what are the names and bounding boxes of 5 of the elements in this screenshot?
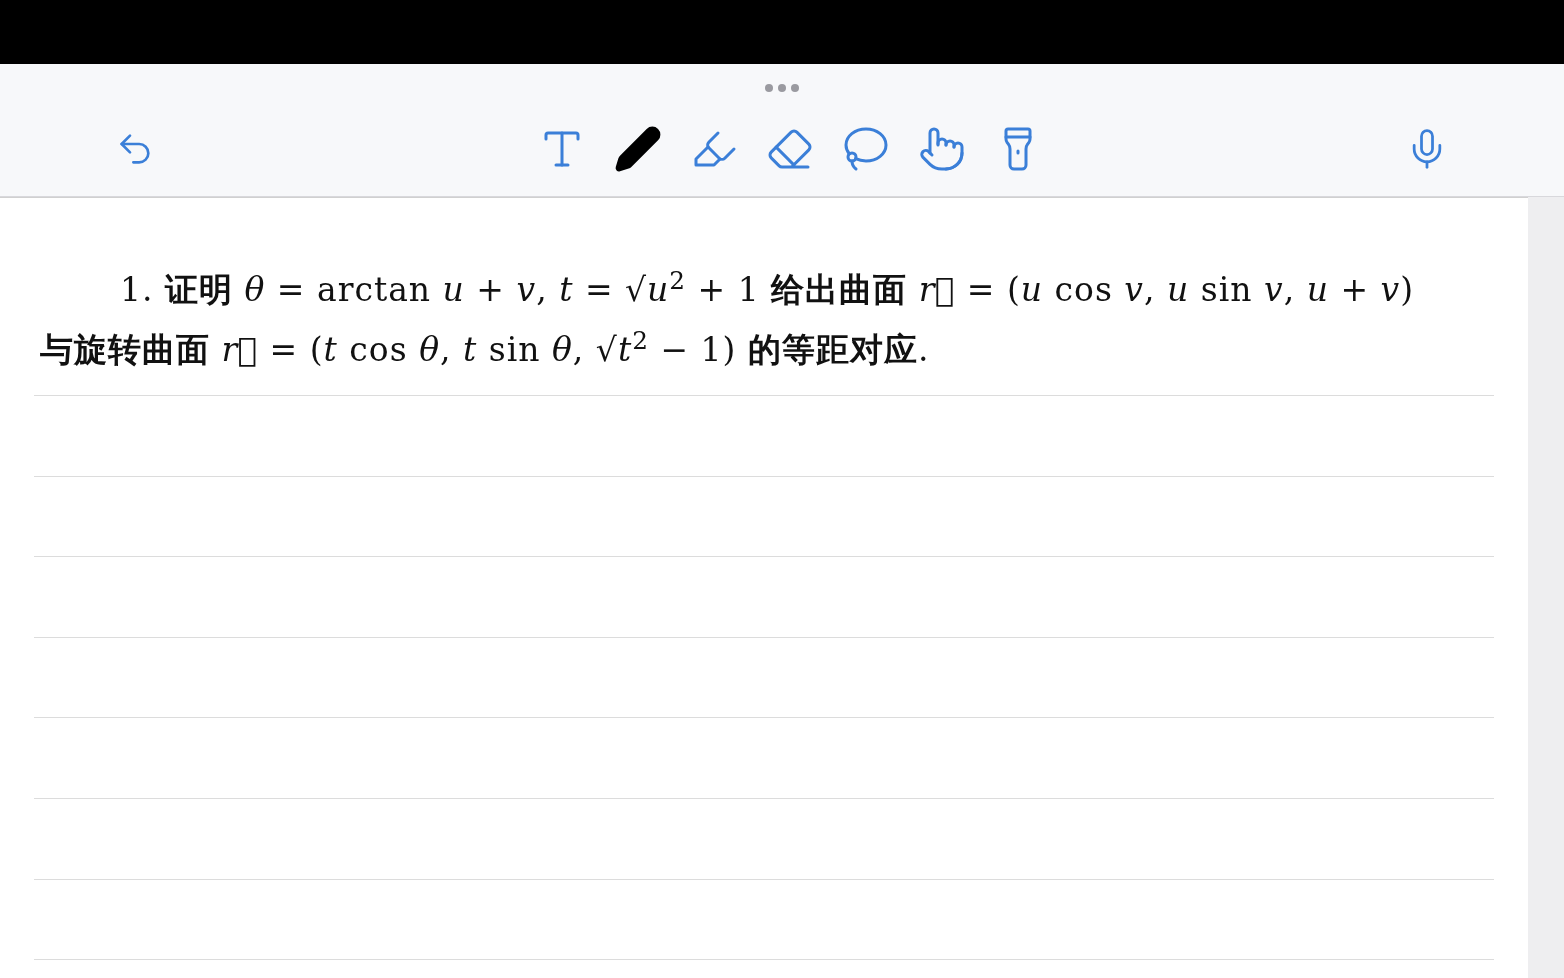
drag-handle-icon[interactable] — [765, 84, 799, 92]
lasso-icon[interactable] — [842, 125, 890, 173]
problem-text: 1. 证明 θ = arctan u + v, t = √u$^{2}$ + 1 给出曲面 r⃗ = (u cos v, u sin v, u + v) 与旋转曲面 r⃗ = (t cos θ, t sin θ, √t$^{2}$ − 1) 的等距对应. — [39, 264, 1415, 371]
pen-icon[interactable] — [614, 125, 662, 173]
hand-pointer-icon[interactable] — [918, 125, 966, 173]
